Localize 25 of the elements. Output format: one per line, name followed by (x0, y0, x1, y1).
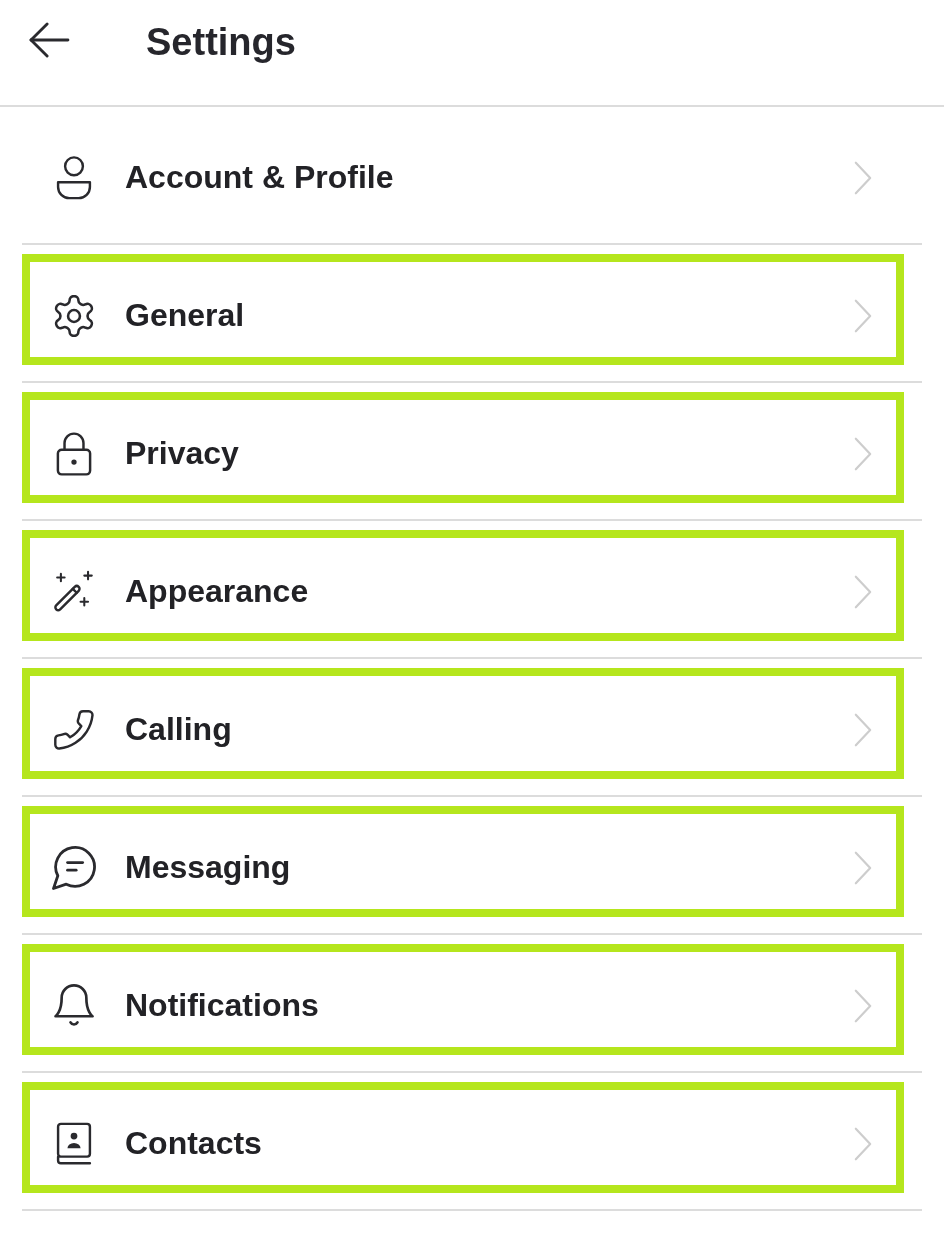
settings-item[interactable]: Privacy (22, 392, 904, 503)
chevron-right-icon (854, 1125, 872, 1162)
contact-book-icon (55, 1121, 93, 1166)
chevron-right-icon (854, 987, 872, 1024)
page-title: Settings (146, 20, 296, 64)
magic-wand-icon (52, 569, 96, 614)
gear-icon (53, 294, 95, 337)
settings-item[interactable]: Calling (22, 668, 904, 779)
chevron-right-icon (854, 711, 872, 748)
settings-item[interactable]: Messaging (22, 806, 904, 917)
chevron-right-icon (854, 435, 872, 472)
user-icon (55, 155, 93, 200)
chevron-right-icon (854, 159, 872, 196)
settings-item[interactable]: Notifications (22, 944, 904, 1055)
chat-bubble-icon (52, 845, 96, 890)
chevron-right-icon (854, 849, 872, 886)
chevron-right-icon (854, 573, 872, 610)
chevron-right-icon (854, 297, 872, 334)
settings-item[interactable]: Appearance (22, 530, 904, 641)
back-button[interactable] (28, 22, 70, 58)
settings-item[interactable]: Contacts (22, 1082, 904, 1193)
settings-item[interactable]: General (22, 254, 904, 365)
phone-icon (54, 709, 94, 750)
bell-icon (54, 983, 94, 1028)
lock-icon (56, 430, 92, 477)
